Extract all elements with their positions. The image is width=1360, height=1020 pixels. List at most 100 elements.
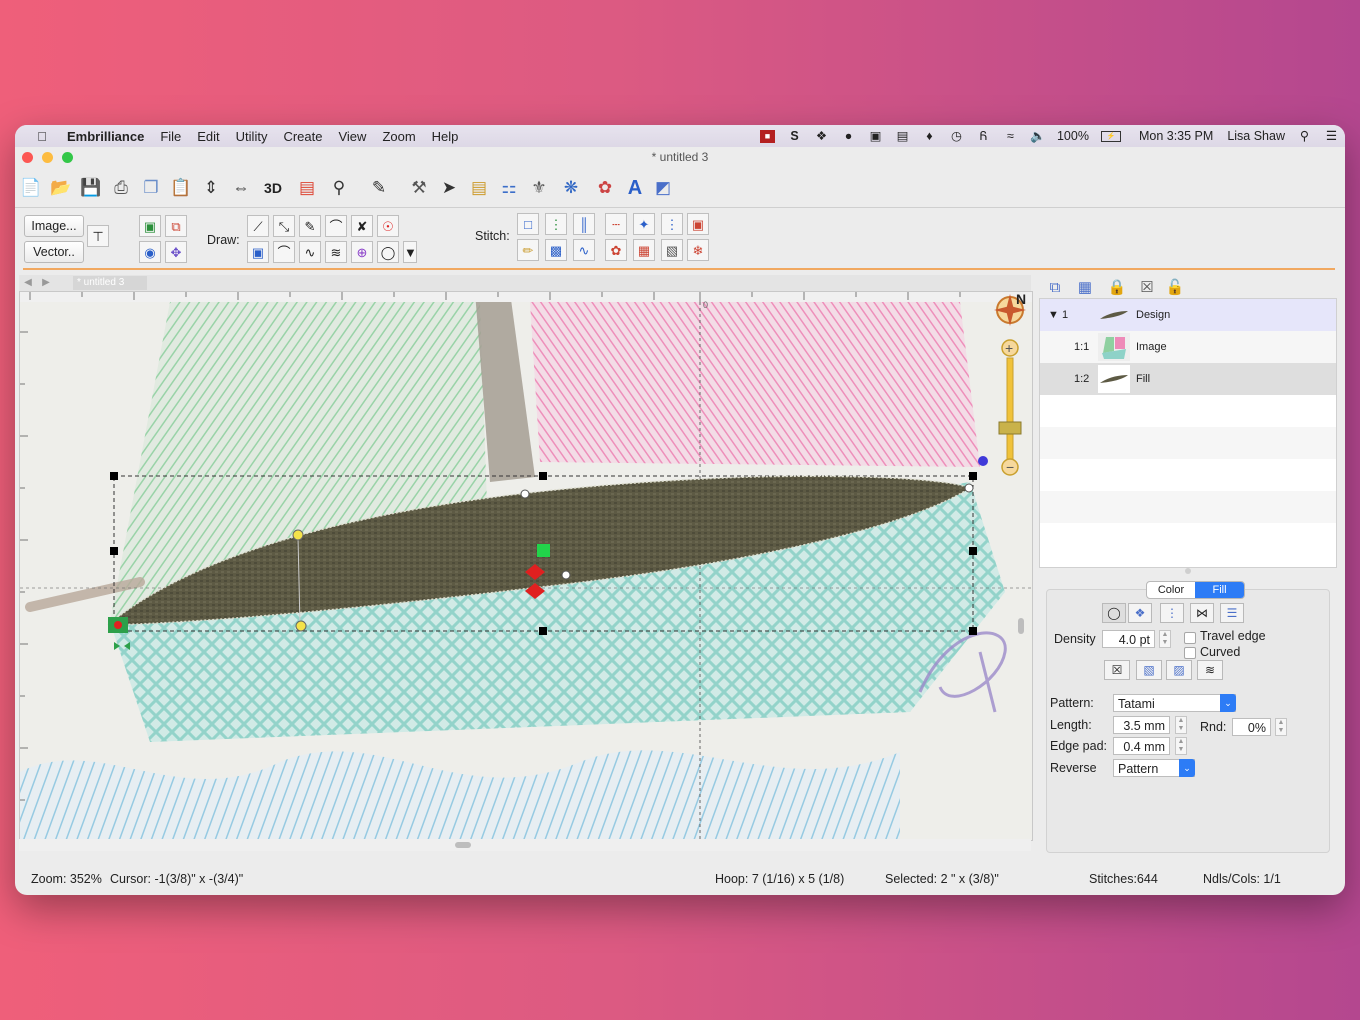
- menu-utility[interactable]: Utility: [236, 129, 268, 144]
- rotate-handle[interactable]: [978, 456, 988, 466]
- tree-row-image[interactable]: 1:1 Image: [1040, 331, 1336, 363]
- view-eye-icon[interactable]: ◉: [139, 241, 161, 263]
- control-point-2[interactable]: [295, 620, 307, 632]
- angle-hatch-icon[interactable]: ▧: [1136, 660, 1162, 680]
- design-canvas[interactable]: 0 N + −: [19, 291, 1033, 841]
- edge-pad-stepper[interactable]: ▲ ▼: [1175, 737, 1187, 755]
- tab-color[interactable]: Color: [1147, 582, 1195, 598]
- flip-horizontal-icon[interactable]: ⇔: [229, 176, 253, 200]
- color-sheet-icon[interactable]: ▤: [467, 176, 491, 200]
- menubar-user[interactable]: Lisa Shaw: [1227, 129, 1285, 143]
- time-machine-icon[interactable]: ◷: [949, 129, 964, 143]
- rnd-field[interactable]: 0%: [1232, 718, 1271, 736]
- select-arrow-icon[interactable]: ➤: [437, 176, 461, 200]
- wave-tool-icon[interactable]: ≋: [325, 241, 347, 263]
- stitch-star-icon[interactable]: ✦: [633, 213, 655, 235]
- density-stepper[interactable]: ▲ ▼: [1159, 630, 1171, 648]
- stitch-motif-icon[interactable]: ✿: [605, 239, 627, 261]
- zoom-tool-icon[interactable]: ⚲: [327, 176, 351, 200]
- tab-prev-icon[interactable]: ◀: [21, 276, 35, 290]
- evernote-icon[interactable]: ♦: [922, 129, 937, 143]
- resize-handle-r[interactable]: [969, 547, 977, 555]
- move-arrows-icon[interactable]: ✥: [165, 241, 187, 263]
- zoom-slider-track[interactable]: [1006, 357, 1014, 463]
- bluetooth-icon[interactable]: Ᏺ: [976, 129, 991, 143]
- add-shape-icon[interactable]: ⊕: [351, 241, 373, 263]
- s-app-icon[interactable]: S: [787, 129, 802, 143]
- lettering-icon[interactable]: A: [623, 176, 647, 200]
- resize-handle-tl[interactable]: [110, 472, 118, 480]
- pen-tool-icon[interactable]: ✎: [299, 215, 321, 237]
- open-folder-icon[interactable]: 📂: [49, 176, 73, 200]
- chart-icon[interactable]: ▤: [295, 176, 319, 200]
- tree-row-fill[interactable]: 1:2 Fill: [1040, 363, 1336, 395]
- density-field[interactable]: 4.0 pt: [1102, 630, 1155, 648]
- wifi-icon[interactable]: ≈: [1003, 129, 1018, 143]
- menu-app[interactable]: Embrilliance: [67, 129, 144, 144]
- stitch-zigzag-icon[interactable]: ∿: [573, 239, 595, 261]
- stitch-dots-icon[interactable]: ⋮: [661, 213, 683, 235]
- resize-handle-l[interactable]: [110, 547, 118, 555]
- fill-type-lines-icon[interactable]: ☰: [1220, 603, 1244, 623]
- screenshot-icon[interactable]: ▣: [868, 129, 883, 143]
- panel-split-handle[interactable]: [1185, 568, 1191, 574]
- export-icon[interactable]: ◩: [651, 176, 675, 200]
- angle-cross-icon[interactable]: ☒: [1104, 660, 1130, 680]
- display-icon[interactable]: ▤: [895, 129, 910, 143]
- applique-icon[interactable]: ✿: [593, 176, 617, 200]
- image-button[interactable]: Image...: [24, 215, 84, 237]
- stitch-fill-icon[interactable]: ▩: [545, 239, 567, 261]
- travel-edge-checkbox[interactable]: [1184, 632, 1196, 644]
- save-icon[interactable]: 💾: [79, 176, 103, 200]
- node-point-3[interactable]: [964, 483, 974, 493]
- battery-icon[interactable]: ⚡: [1100, 130, 1121, 142]
- line-tool-icon[interactable]: ⟋: [247, 215, 269, 237]
- flip-vertical-icon[interactable]: ⇕: [199, 176, 223, 200]
- menu-view[interactable]: View: [338, 129, 366, 144]
- reverse-select[interactable]: Pattern ⌄: [1113, 759, 1195, 777]
- record-icon[interactable]: ■: [759, 129, 775, 143]
- node-point-2[interactable]: [561, 570, 571, 580]
- curve-tool-icon[interactable]: ⌒: [273, 241, 295, 263]
- fill-type-bow-icon[interactable]: ⋈: [1190, 603, 1214, 623]
- hide-icon[interactable]: ☒: [1136, 278, 1158, 298]
- tree-row-design[interactable]: ▼ 1 Design: [1040, 299, 1336, 331]
- notification-list-icon[interactable]: ☰: [1324, 129, 1339, 143]
- needle-icon[interactable]: ⚒: [407, 176, 431, 200]
- stitch-square-icon[interactable]: ▣: [687, 213, 709, 235]
- control-point-1[interactable]: [292, 529, 304, 541]
- 3d-view-icon[interactable]: 3D: [261, 176, 285, 200]
- rnd-stepper[interactable]: ▲ ▼: [1275, 718, 1287, 736]
- length-field[interactable]: 3.5 mm: [1113, 716, 1170, 734]
- unlock-icon[interactable]: 🔓: [1164, 278, 1186, 298]
- horizontal-scroll-thumb[interactable]: [455, 842, 471, 848]
- dropbox-icon[interactable]: ❖: [814, 129, 829, 143]
- resize-handle-tr[interactable]: [969, 472, 977, 480]
- text-sequence-icon[interactable]: ⚏: [497, 176, 521, 200]
- ungroup-icon[interactable]: ▦: [1074, 278, 1096, 298]
- sync-icon[interactable]: ●: [841, 129, 856, 143]
- document-tab[interactable]: * untitled 3: [73, 276, 147, 290]
- fill-type-pattern-icon[interactable]: ❖: [1128, 603, 1152, 623]
- stitch-ruler-icon[interactable]: ┄: [605, 213, 627, 235]
- measure-icon[interactable]: ✎: [367, 176, 391, 200]
- menubar-clock[interactable]: Mon 3:35 PM: [1139, 129, 1213, 143]
- menu-help[interactable]: Help: [432, 129, 459, 144]
- vertical-scrollbar[interactable]: [1018, 618, 1024, 634]
- stitch-run-icon[interactable]: ⋮: [545, 213, 567, 235]
- copy-icon[interactable]: ❐: [139, 176, 163, 200]
- arc-tool-icon[interactable]: ⌒: [325, 215, 347, 237]
- canvas-drawing[interactable]: 0 N + −: [20, 292, 1032, 840]
- stitch-pattern-icon[interactable]: ▧: [661, 239, 683, 261]
- resize-handle-br[interactable]: [969, 627, 977, 635]
- new-file-icon[interactable]: 📄: [19, 176, 43, 200]
- length-stepper[interactable]: ▲ ▼: [1175, 716, 1187, 734]
- spotlight-search-icon[interactable]: ⚲: [1297, 129, 1312, 143]
- overlap-icon[interactable]: ⧉: [165, 215, 187, 237]
- zoom-slider-thumb[interactable]: [998, 421, 1022, 435]
- align-icon[interactable]: ⚜: [527, 176, 551, 200]
- lock-icon[interactable]: 🔒: [1106, 278, 1128, 298]
- circle-tool-icon[interactable]: ◯: [377, 241, 399, 263]
- start-point-marker[interactable]: [537, 544, 550, 557]
- tab-fill[interactable]: Fill: [1195, 582, 1244, 598]
